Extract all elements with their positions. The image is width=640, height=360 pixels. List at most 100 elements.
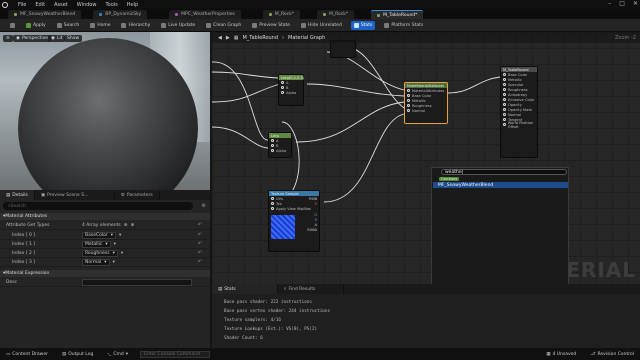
search-result-item[interactable]: MF_SnowyWeatherBlend	[433, 182, 568, 188]
content-drawer-button[interactable]: ▭ Content Drawer	[4, 351, 50, 358]
breadcrumb-leaf[interactable]: Material Graph	[288, 35, 325, 41]
node-search-input[interactable]: weathe|	[441, 169, 567, 175]
pin-normal[interactable]: Normal	[405, 108, 447, 113]
chevron-down-icon: ▾	[104, 259, 107, 265]
settings-gear-icon[interactable]: ⚙	[202, 203, 206, 209]
apply-button[interactable]: Apply	[24, 22, 48, 29]
pin-apply-view-mipbias[interactable]: Apply View MipBias	[269, 206, 319, 211]
tab-preview-scene[interactable]: ▣ Preview Scene S...	[35, 190, 115, 200]
tab-parameters[interactable]: ⚙ Parameters	[115, 190, 160, 200]
lerp-node-2[interactable]: Lerp A B Alpha	[268, 132, 292, 158]
hide-unrelated-button[interactable]: Hide Unrelated	[299, 22, 344, 29]
attribute-row-1: Index [ 1 ] Metallic ▾ ▾ ↶	[0, 240, 210, 249]
attribute-row-0: Index [ 0 ] BaseColor ▾ ▾ ↶	[0, 231, 210, 240]
lerp-node-1[interactable]: Lerp(0,1,0.5) A B Alpha	[278, 74, 304, 106]
hamburger-icon: ≡	[6, 36, 10, 41]
pin-world-position-offset[interactable]: World Position Offset	[501, 121, 537, 129]
graph-icon: ▦	[233, 34, 239, 41]
section-material-attributes[interactable]: ▾ Material Attributes	[0, 213, 210, 220]
attribute-dropdown[interactable]: BaseColor ▾	[82, 231, 116, 239]
tab-mf-snowy[interactable]: MF_SnowyWeatherBlend	[8, 10, 82, 19]
details-tab-bar: ▤ Details ▣ Preview Scene S... ⚙ Parameters	[0, 190, 210, 200]
row-options-icon[interactable]: ▾	[114, 242, 116, 247]
pin-material-attributes[interactable]: MaterialAttributes	[405, 88, 447, 93]
chevron-down-icon: ▾	[105, 241, 108, 247]
attribute-dropdown[interactable]: Roughness ▾	[82, 249, 118, 257]
tab-find-results[interactable]: ⌕ Find Results	[278, 284, 344, 294]
pin-alpha[interactable]: Alpha	[279, 90, 303, 95]
make-material-attributes-node[interactable]: MakeMaterialAttributes MaterialAttribute…	[404, 82, 448, 124]
reset-arrow-icon[interactable]: ↶	[198, 222, 202, 228]
material-graph-canvas[interactable]: Lerp(0,1,0.5) A B Alpha Lerp A B Alpha M…	[212, 32, 640, 284]
tab-stats[interactable]: ▤ Stats	[212, 284, 278, 294]
live-update-dropdown[interactable]: Live Update	[159, 22, 197, 29]
output-log-icon: ▤	[61, 351, 67, 357]
revision-control-icon: ⎇	[590, 351, 596, 357]
details-search-input[interactable]: ⌕ Search	[3, 202, 193, 210]
add-element-icon[interactable]: ⊕	[124, 223, 128, 228]
home-button[interactable]: Home	[88, 22, 112, 29]
attribute-get-types-row: Attribute Get Types 4 Array elements ⊕ ⊗ ↶	[0, 221, 210, 230]
forward-arrow-icon[interactable]: ▶	[226, 35, 230, 41]
tab-details[interactable]: ▤ Details	[0, 190, 35, 200]
clean-graph-button[interactable]: Clean Graph	[204, 22, 243, 29]
maximize-icon[interactable]: □	[619, 0, 625, 7]
row-options-icon[interactable]: ▾	[121, 251, 123, 256]
tab-mpc-weather[interactable]: MPC_WeatherProperties	[169, 10, 241, 19]
platform-stats-button[interactable]: Platform Stats	[382, 22, 425, 29]
output-log-button[interactable]: ▤ Output Log	[60, 351, 95, 358]
attribute-dropdown[interactable]: Metallic ▾	[82, 240, 111, 248]
cmd-dropdown[interactable]: ›_ Cmd ▾	[105, 351, 130, 358]
tab-m-rock-2[interactable]: M_Rock*	[317, 10, 355, 19]
desc-row: Desc	[0, 278, 210, 287]
material-result-node[interactable]: M_TableRound Base Color Metallic Specula…	[500, 66, 538, 158]
tab-bp-dynamicsky[interactable]: BP_DynamicSky	[93, 10, 148, 19]
close-icon[interactable]: ✕	[633, 0, 638, 7]
preview-state-dropdown[interactable]: Preview State	[250, 22, 292, 29]
category-functions[interactable]: Functions	[439, 177, 460, 181]
menu-file[interactable]: File	[18, 2, 26, 8]
preview-state-icon	[252, 22, 258, 28]
lit-button[interactable]: ◉ Lit	[48, 35, 66, 42]
viewport-menu-button[interactable]: ≡	[3, 35, 13, 42]
perspective-icon: ◉	[16, 36, 20, 41]
clear-array-icon[interactable]: ⊗	[131, 223, 135, 228]
console-command-input[interactable]: Enter Console Command	[140, 350, 211, 358]
reset-arrow-icon[interactable]: ↶	[198, 259, 202, 265]
status-bar: ▭ Content Drawer ▤ Output Log ›_ Cmd ▾ Enter…	[0, 348, 640, 360]
texture-preview-thumbnail	[271, 215, 295, 239]
reset-arrow-icon[interactable]: ↶	[198, 241, 202, 247]
minimize-icon[interactable]: –	[608, 0, 611, 7]
preview-viewport[interactable]: ≡ ◉ Perspective ◉ Lit Show	[0, 32, 210, 190]
menu-help[interactable]: Help	[127, 2, 138, 8]
menu-window[interactable]: Window	[77, 2, 97, 8]
row-options-icon[interactable]: ▾	[113, 260, 115, 265]
menu-tools[interactable]: Tools	[105, 2, 117, 8]
revision-control-button[interactable]: ⎇ Revision Control	[588, 351, 636, 358]
back-arrow-icon[interactable]: ◀	[218, 35, 222, 41]
menu-asset[interactable]: Asset	[54, 2, 68, 8]
perspective-button[interactable]: ◉ Perspective	[13, 35, 51, 42]
section-material-expression[interactable]: ▾ Material Expression	[0, 270, 210, 277]
menu-edit[interactable]: Edit	[35, 2, 45, 8]
preview-scene-icon: ▣	[40, 192, 46, 198]
attribute-dropdown[interactable]: Normal ▾	[82, 258, 110, 266]
reset-arrow-icon[interactable]: ↶	[198, 250, 202, 256]
search-button[interactable]: Search	[55, 22, 81, 29]
row-options-icon[interactable]: ▾	[119, 233, 121, 238]
unsaved-button[interactable]: ▦ 4 Unsaved	[544, 351, 578, 358]
tab-m-tableround[interactable]: M_TableRound*	[371, 10, 424, 19]
pin-alpha[interactable]: Alpha	[269, 148, 291, 153]
hierarchy-button[interactable]: Hierarchy	[119, 22, 152, 29]
terminal-icon: ›_	[107, 351, 112, 357]
desc-input[interactable]	[82, 278, 192, 286]
breadcrumb-root[interactable]: M_TableRound	[242, 35, 278, 41]
texture-sample-node[interactable]: Texture Sample UVs RGB Tex R Apply View Mi…	[268, 190, 320, 252]
tab-m-rock-1[interactable]: M_Rock*	[262, 10, 300, 19]
save-button[interactable]	[8, 22, 17, 29]
stats-button[interactable]: Stats	[350, 20, 376, 30]
show-button[interactable]: Show	[64, 35, 83, 42]
desc-label: Desc	[6, 279, 18, 285]
reset-arrow-icon[interactable]: ↶	[198, 232, 202, 238]
chevron-down-icon: ▾	[110, 232, 113, 238]
